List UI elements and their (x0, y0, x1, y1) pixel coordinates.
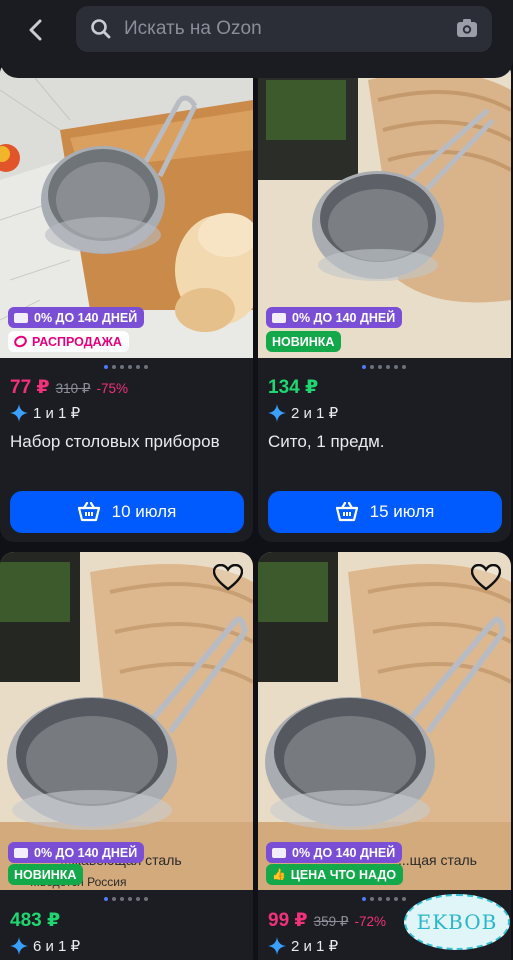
card-icon (272, 847, 286, 858)
installment-badge: 0% ДО 140 ДНЕЙ (8, 842, 145, 863)
price: 134 ₽ (268, 377, 319, 398)
card-icon (272, 312, 286, 323)
sparkle-star-icon (268, 937, 286, 955)
price-row: 77 ₽ 310 ₽ -75% (10, 376, 128, 399)
photo-pager (362, 365, 406, 369)
search-placeholder: Искать на Ozon (124, 18, 262, 39)
sparkle-star-icon (10, 937, 28, 955)
sale-icon (12, 333, 29, 350)
card-icon (14, 847, 28, 858)
installment-badge: 0% ДО 140 ДНЕЙ (8, 307, 145, 328)
add-to-cart-button[interactable]: 10 июля (10, 491, 244, 533)
price: 483 ₽ (10, 910, 61, 931)
rating-row: 2 и 1 ₽ (268, 404, 338, 422)
heart-icon[interactable] (471, 564, 501, 591)
sparkle-star-icon (10, 404, 28, 422)
discount: -75% (96, 381, 129, 396)
photo-pager (104, 365, 148, 369)
old-price: 310 ₽ (55, 381, 91, 396)
cart-icon (77, 502, 100, 522)
product-card[interactable]: 0% ДО 140 ДНЕЙ РАСПРОДАЖА 77 ₽ 310 ₽ -75… (0, 60, 253, 542)
installment-badge: 0% ДО 140 ДНЕЙ (266, 842, 403, 863)
add-to-cart-button[interactable]: 15 июля (268, 491, 502, 533)
discount: -72% (354, 914, 387, 929)
chevron-left-icon (29, 19, 42, 41)
new-badge: НОВИНКА (266, 331, 342, 352)
product-card[interactable]: ...жавеющая сталь ...ведется Россия 0% Д… (0, 552, 253, 960)
price-row: 134 ₽ (268, 376, 318, 399)
product-title[interactable]: Сито, 1 предм. (268, 429, 498, 455)
sale-badge: РАСПРОДАЖА (8, 331, 129, 352)
watermark-logo: EKBOB (404, 894, 510, 950)
top-bar: Искать на Ozon (0, 0, 513, 78)
old-price: 359 ₽ (313, 914, 349, 929)
price: 99 ₽ (268, 910, 308, 931)
installment-badge: 0% ДО 140 ДНЕЙ (266, 307, 403, 328)
new-badge: НОВИНКА (8, 864, 84, 885)
cart-icon (335, 502, 358, 522)
back-button[interactable] (18, 12, 54, 48)
photo-pager (104, 897, 148, 901)
product-title[interactable]: Набор столовых приборов (10, 429, 240, 455)
search-input[interactable]: Искать на Ozon (76, 6, 492, 52)
good-price-badge: 👍 ЦЕНА ЧТО НАДО (266, 864, 404, 885)
price-row: 483 ₽ (10, 909, 60, 932)
thumbs-up-icon: 👍 (272, 869, 286, 881)
search-icon (91, 19, 111, 39)
price: 77 ₽ (10, 377, 50, 398)
sparkle-star-icon (268, 404, 286, 422)
rating-row: 1 и 1 ₽ (10, 404, 80, 422)
product-photo[interactable] (0, 552, 253, 890)
rating-row: 6 и 1 ₽ (10, 937, 80, 955)
card-icon (14, 312, 28, 323)
photo-caption: ...щая сталь (398, 852, 477, 868)
camera-icon[interactable] (456, 18, 478, 38)
price-row: 99 ₽ 359 ₽ -72% (268, 909, 386, 932)
photo-pager (362, 897, 406, 901)
heart-icon[interactable] (213, 564, 243, 591)
product-photo[interactable] (258, 552, 511, 890)
product-card[interactable]: 0% ДО 140 ДНЕЙ НОВИНКА 134 ₽ 2 и 1 ₽ Сит… (258, 60, 511, 542)
rating-row: 2 и 1 ₽ (268, 937, 338, 955)
